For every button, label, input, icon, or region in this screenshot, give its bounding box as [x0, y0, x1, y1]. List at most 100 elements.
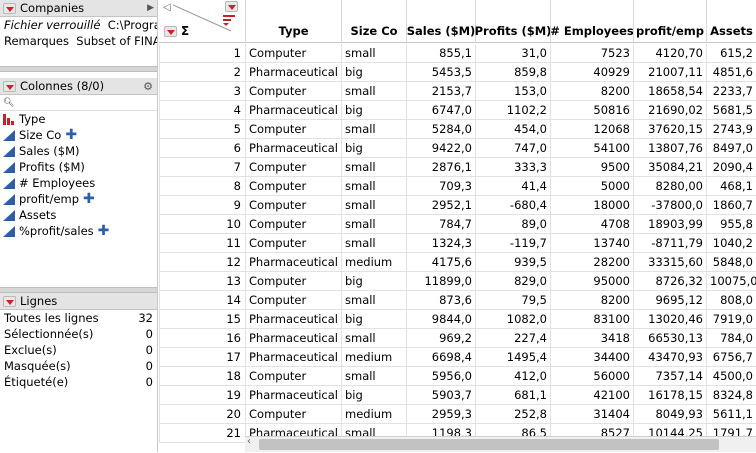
table-cell[interactable]: 5000 [550, 177, 633, 196]
row-number[interactable]: 13 [159, 272, 245, 291]
rows-header[interactable]: Lignes [0, 293, 157, 310]
table-cell[interactable]: 7919,0 [706, 310, 756, 329]
table-cell[interactable]: small [341, 120, 406, 139]
row-number[interactable]: 21 [159, 424, 245, 443]
table-row[interactable]: 13 Computer big 11899,0 829,0 95000 8726,32 100… [159, 272, 756, 291]
table-cell[interactable]: 79,5 [475, 291, 550, 310]
table-cell[interactable]: Computer [245, 367, 341, 386]
table-cell[interactable]: 12068 [550, 120, 633, 139]
table-cell[interactable]: 5453,5 [406, 63, 475, 82]
table-cell[interactable]: Pharmaceutical [245, 348, 341, 367]
table-cell[interactable]: 227,4 [475, 329, 550, 348]
row-number[interactable]: 18 [159, 367, 245, 386]
rows-summary-item[interactable]: Toutes les lignes 32 [0, 310, 157, 326]
table-cell[interactable]: 955,8 [706, 215, 756, 234]
table-cell[interactable]: 468,1 [706, 177, 756, 196]
table-row[interactable]: 8 Computer small 709,3 41,4 5000 8280,00 468,1 [159, 177, 756, 196]
table-cell[interactable]: 709,3 [406, 177, 475, 196]
table-cell[interactable]: 855,1 [406, 44, 475, 63]
row-number[interactable]: 8 [159, 177, 245, 196]
table-cell[interactable]: 18658,54 [633, 82, 706, 101]
table-cell[interactable]: Pharmaceutical [245, 101, 341, 120]
table-cell[interactable]: Pharmaceutical [245, 386, 341, 405]
table-cell[interactable]: big [341, 310, 406, 329]
table-cell[interactable]: 829,0 [475, 272, 550, 291]
table-cell[interactable]: 8497,0 [706, 139, 756, 158]
column-item[interactable]: Profits ($M) [0, 159, 157, 175]
table-cell[interactable]: 35084,21 [633, 158, 706, 177]
column-header[interactable]: # Employees [550, 0, 634, 43]
table-cell[interactable]: 4500,0 [706, 367, 756, 386]
row-number[interactable]: 5 [159, 120, 245, 139]
table-row[interactable]: 12 Pharmaceutical medium 4175,6 939,5 28200 33… [159, 253, 756, 272]
table-cell[interactable]: Computer [245, 291, 341, 310]
table-cell[interactable]: 808,0 [706, 291, 756, 310]
column-header[interactable]: Type [245, 0, 341, 43]
table-row[interactable]: 10 Computer small 784,7 89,0 4708 18903,99 955,… [159, 215, 756, 234]
table-cell[interactable]: big [341, 63, 406, 82]
table-cell[interactable]: 153,0 [475, 82, 550, 101]
table-cell[interactable]: 18000 [550, 196, 633, 215]
column-header[interactable]: profit/emp [633, 0, 706, 43]
table-cell[interactable]: 13020,46 [633, 310, 706, 329]
column-header[interactable]: Size Co [341, 0, 406, 43]
table-row[interactable]: 3 Computer small 2153,7 153,0 8200 18658,54 223… [159, 82, 756, 101]
row-number[interactable]: 11 [159, 234, 245, 253]
column-menu-icon[interactable] [225, 1, 238, 12]
table-cell[interactable]: 50816 [550, 101, 633, 120]
table-cell[interactable]: 21007,11 [633, 63, 706, 82]
table-cell[interactable]: Pharmaceutical [245, 63, 341, 82]
table-row[interactable]: 11 Computer small 1324,3 -119,7 13740 -8711,79… [159, 234, 756, 253]
table-cell[interactable]: small [341, 367, 406, 386]
columns-header[interactable]: Colonnes (8/0) ⚙ [0, 78, 157, 95]
table-cell[interactable]: 969,2 [406, 329, 475, 348]
row-number[interactable]: 6 [159, 139, 245, 158]
table-cell[interactable]: 2153,7 [406, 82, 475, 101]
table-cell[interactable]: Computer [245, 234, 341, 253]
row-filter-icon[interactable] [223, 14, 235, 26]
table-cell[interactable]: 681,1 [475, 386, 550, 405]
table-cell[interactable]: -680,4 [475, 196, 550, 215]
table-cell[interactable]: 6756,7 [706, 348, 756, 367]
table-cell[interactable]: 21690,02 [633, 101, 706, 120]
table-cell[interactable]: 42100 [550, 386, 633, 405]
column-item[interactable]: profit/emp ✚ [0, 191, 157, 207]
table-cell[interactable]: big [341, 101, 406, 120]
table-cell[interactable]: 1040,2 [706, 234, 756, 253]
table-cell[interactable]: 18903,99 [633, 215, 706, 234]
row-number[interactable]: 3 [159, 82, 245, 101]
table-row[interactable]: 16 Pharmaceutical small 969,2 227,4 3418 66530… [159, 329, 756, 348]
panel-splitter[interactable] [0, 66, 157, 72]
column-header[interactable]: Sales ($M) [406, 0, 475, 43]
table-cell[interactable]: 31,0 [475, 44, 550, 63]
table-row[interactable]: 5 Computer small 5284,0 454,0 12068 37620,15 27… [159, 120, 756, 139]
table-cell[interactable]: small [341, 82, 406, 101]
table-cell[interactable]: 1082,0 [475, 310, 550, 329]
row-number[interactable]: 20 [159, 405, 245, 424]
table-cell[interactable]: 8200 [550, 291, 633, 310]
table-cell[interactable]: 8200 [550, 82, 633, 101]
table-cell[interactable]: -8711,79 [633, 234, 706, 253]
table-cell[interactable]: 28200 [550, 253, 633, 272]
table-cell[interactable]: Pharmaceutical [245, 329, 341, 348]
table-cell[interactable]: 333,3 [475, 158, 550, 177]
table-cell[interactable]: 31404 [550, 405, 633, 424]
table-cell[interactable]: Computer [245, 82, 341, 101]
table-cell[interactable]: 95000 [550, 272, 633, 291]
scrollbar-thumb[interactable] [259, 439, 719, 450]
table-cell[interactable]: 6747,0 [406, 101, 475, 120]
table-cell[interactable]: 13807,76 [633, 139, 706, 158]
table-cell[interactable]: 40929 [550, 63, 633, 82]
column-item[interactable]: %profit/sales ✚ [0, 223, 157, 239]
red-triangle-menu-icon[interactable] [3, 295, 16, 307]
table-cell[interactable]: medium [341, 348, 406, 367]
table-cell[interactable]: 6698,4 [406, 348, 475, 367]
rows-summary-item[interactable]: Étiqueté(e) 0 [0, 374, 157, 390]
row-number[interactable]: 1 [159, 44, 245, 63]
table-cell[interactable]: 16178,15 [633, 386, 706, 405]
table-cell[interactable]: 34400 [550, 348, 633, 367]
table-cell[interactable]: 5956,0 [406, 367, 475, 386]
table-cell[interactable]: 9695,12 [633, 291, 706, 310]
row-number[interactable]: 14 [159, 291, 245, 310]
table-cell[interactable]: 873,6 [406, 291, 475, 310]
